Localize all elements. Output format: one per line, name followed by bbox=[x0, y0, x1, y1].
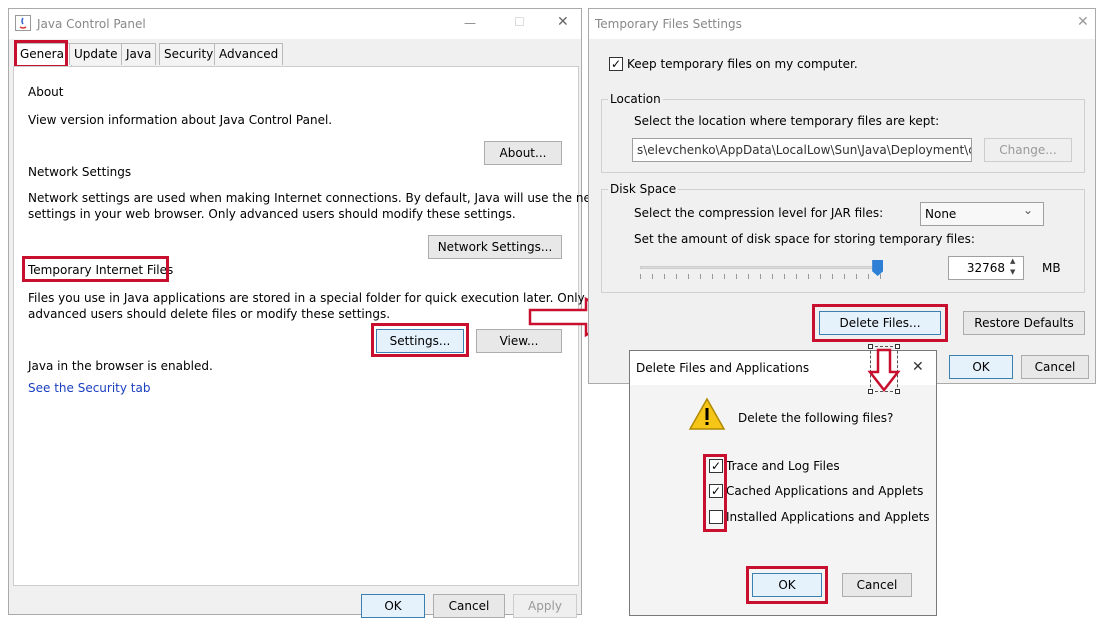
slider-tick bbox=[796, 274, 797, 279]
close-icon[interactable]: ✕ bbox=[557, 14, 569, 30]
tfs-titlebar: Temporary Files Settings ✕ bbox=[589, 9, 1095, 39]
disk-unit-label: MB bbox=[1042, 261, 1061, 275]
disk-space-label: Disk Space bbox=[608, 182, 679, 196]
keep-files-label: Keep temporary files on my computer. bbox=[627, 57, 858, 71]
amount-text: Set the amount of disk space for storing… bbox=[634, 232, 975, 246]
compression-select[interactable]: None ⌄ bbox=[920, 202, 1044, 226]
location-text: Select the location where temporary file… bbox=[634, 114, 940, 128]
tfs-close-icon[interactable]: ✕ bbox=[1077, 14, 1089, 30]
delete-files-button[interactable]: Delete Files... bbox=[819, 311, 941, 335]
cached-apps-label: Cached Applications and Applets bbox=[726, 484, 924, 498]
temp-files-text-line2: advanced users should delete files or mo… bbox=[28, 307, 391, 321]
dfa-ok-button[interactable]: OK bbox=[752, 573, 822, 597]
jcp-content-panel: About View version information about Jav… bbox=[13, 66, 625, 586]
trace-log-checkbox[interactable]: ✓ bbox=[709, 459, 723, 473]
settings-button[interactable]: Settings... bbox=[376, 329, 464, 353]
installed-apps-checkbox[interactable] bbox=[709, 510, 723, 524]
chevron-down-icon: ⌄ bbox=[1022, 203, 1033, 217]
slider-track bbox=[640, 266, 882, 269]
minimize-icon[interactable]: — bbox=[464, 16, 476, 30]
temp-files-heading: Temporary Internet Files bbox=[28, 263, 174, 277]
temp-files-text-line1: Files you use in Java applications are s… bbox=[28, 291, 585, 305]
location-path-field[interactable]: s\elevchenko\AppData\LocalLow\Sun\Java\D… bbox=[632, 138, 972, 162]
tfs-ok-button[interactable]: OK bbox=[949, 355, 1013, 379]
slider-tick bbox=[760, 274, 761, 279]
network-text-line2: settings in your web browser. Only advan… bbox=[28, 207, 516, 221]
jcp-tabs: General Update Java Security Advanced bbox=[15, 43, 577, 67]
installed-apps-label: Installed Applications and Applets bbox=[726, 510, 930, 524]
dfa-title: Delete Files and Applications bbox=[636, 361, 810, 375]
dfa-close-icon[interactable]: ✕ bbox=[912, 359, 924, 375]
disk-space-value: 32768 bbox=[966, 261, 1005, 275]
slider-tick bbox=[736, 274, 737, 279]
slider-tick bbox=[784, 274, 785, 279]
slider-tick bbox=[748, 274, 749, 279]
java-control-panel-window: Java Control Panel — ☐ ✕ General Update … bbox=[8, 8, 625, 618]
java-logo-icon bbox=[15, 15, 31, 31]
network-heading: Network Settings bbox=[28, 165, 132, 179]
slider-tick bbox=[844, 274, 845, 279]
jcp-cancel-button[interactable]: Cancel bbox=[433, 594, 505, 618]
down-arrow-annotation bbox=[867, 348, 901, 393]
slider-tick bbox=[772, 274, 773, 279]
tab-advanced[interactable]: Advanced bbox=[214, 43, 284, 65]
tab-general[interactable]: General bbox=[15, 43, 73, 67]
restore-defaults-button[interactable]: Restore Defaults bbox=[963, 311, 1085, 335]
tfs-title: Temporary Files Settings bbox=[595, 17, 742, 31]
slider-tick bbox=[676, 274, 677, 279]
slider-tick bbox=[856, 274, 857, 279]
slider-tick bbox=[652, 274, 653, 279]
network-settings-button[interactable]: Network Settings... bbox=[428, 235, 562, 259]
compression-value: None bbox=[925, 207, 957, 221]
cached-apps-checkbox[interactable]: ✓ bbox=[709, 484, 723, 498]
slider-tick bbox=[640, 274, 641, 279]
jcp-ok-button[interactable]: OK bbox=[361, 594, 425, 618]
slider-tick bbox=[712, 274, 713, 279]
spinner-up-icon[interactable]: ▲ bbox=[1010, 257, 1015, 265]
location-group: Location Select the location where tempo… bbox=[601, 92, 1085, 173]
disk-space-slider[interactable] bbox=[636, 258, 886, 282]
tab-security[interactable]: Security bbox=[159, 43, 219, 65]
network-text-line1: Network settings are used when making In… bbox=[28, 191, 625, 205]
about-button[interactable]: About... bbox=[484, 141, 562, 165]
slider-tick bbox=[880, 274, 881, 279]
delete-prompt: Delete the following files? bbox=[738, 411, 894, 425]
about-heading: About bbox=[28, 85, 64, 99]
slider-tick bbox=[664, 274, 665, 279]
tab-java[interactable]: Java bbox=[121, 43, 157, 65]
change-button: Change... bbox=[984, 138, 1072, 162]
slider-tick bbox=[724, 274, 725, 279]
spinner-down-icon[interactable]: ▼ bbox=[1010, 268, 1015, 276]
disk-space-group: Disk Space Select the compression level … bbox=[601, 182, 1085, 293]
compression-text: Select the compression level for JAR fil… bbox=[634, 206, 884, 220]
slider-tick bbox=[868, 274, 869, 279]
dfa-cancel-button[interactable]: Cancel bbox=[842, 573, 912, 597]
slider-tick bbox=[832, 274, 833, 279]
warning-icon bbox=[688, 397, 726, 430]
slider-tick bbox=[808, 274, 809, 279]
security-tab-link[interactable]: See the Security tab bbox=[28, 381, 150, 395]
keep-files-checkbox[interactable]: ✓ bbox=[609, 57, 623, 71]
slider-tick bbox=[820, 274, 821, 279]
trace-log-label: Trace and Log Files bbox=[726, 459, 840, 473]
browser-status-text: Java in the browser is enabled. bbox=[28, 359, 213, 373]
jcp-apply-button: Apply bbox=[513, 594, 577, 618]
maximize-icon[interactable]: ☐ bbox=[514, 15, 525, 29]
about-text: View version information about Java Cont… bbox=[28, 113, 333, 127]
tab-update[interactable]: Update bbox=[69, 43, 123, 65]
jcp-title: Java Control Panel bbox=[37, 17, 146, 31]
temporary-files-settings-window: Temporary Files Settings ✕ ✓ Keep tempor… bbox=[588, 8, 1096, 384]
slider-tick bbox=[700, 274, 701, 279]
slider-tick bbox=[688, 274, 689, 279]
slider-ticks bbox=[640, 274, 882, 280]
location-label: Location bbox=[608, 92, 663, 106]
tfs-cancel-button[interactable]: Cancel bbox=[1021, 355, 1089, 379]
jcp-titlebar: Java Control Panel — ☐ ✕ bbox=[9, 9, 581, 39]
